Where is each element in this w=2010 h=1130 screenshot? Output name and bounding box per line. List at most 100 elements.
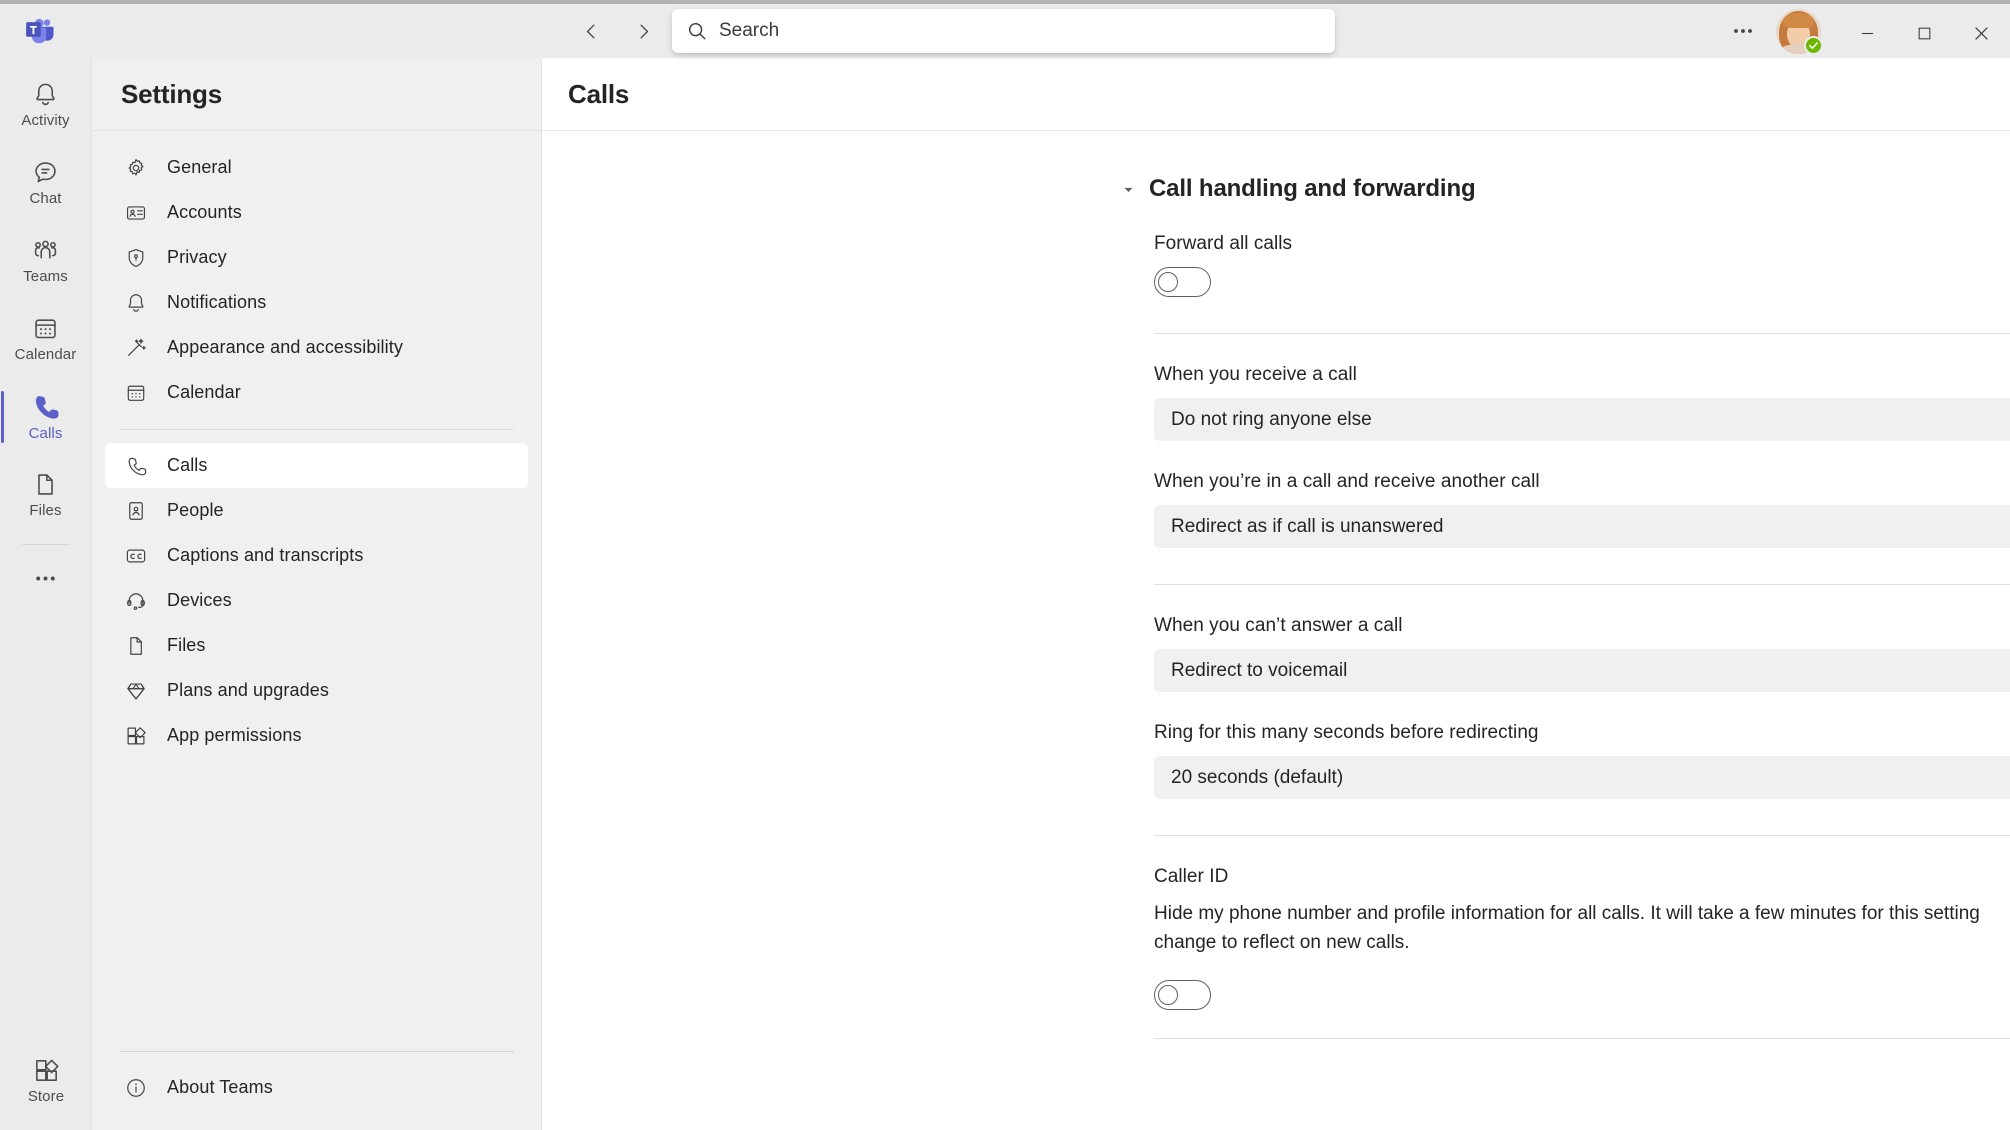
file-icon [38,474,53,495]
field-label: When you can’t answer a call [1154,615,1403,636]
sidebar-item-label: Calendar [167,382,241,402]
close-icon [1975,26,1988,40]
teams-logo-icon [20,11,60,51]
page-title: Calls [568,78,630,109]
store-icon [35,1059,59,1081]
shield-lock-icon [124,246,148,270]
sidebar-item-label: General [167,157,232,177]
sidebar-item-general[interactable]: General [105,145,528,190]
section-call-handling-toggle[interactable]: Call handling and forwarding [1122,175,2010,203]
chevron-right-icon [639,24,648,38]
toggle-knob [1158,984,1178,1005]
teams-window: Search Activity Chat Teams Calendar Call… [0,0,2010,1130]
dropdown-value: Do not ring anyone else [1171,408,1372,430]
ring-seconds-dropdown[interactable]: 20 seconds (default) [1154,756,2010,799]
sidebar-item-calendar[interactable]: Calendar [105,370,528,415]
sidebar-item-privacy[interactable]: Privacy [105,235,528,280]
sidebar-item-accounts[interactable]: Accounts [105,190,528,235]
settings-scroll-area: Call handling and forwarding Forward all… [542,131,2010,1130]
diamond-icon [124,679,148,703]
rail-item-activity[interactable]: Activity [0,66,92,144]
when-you-receive-a-call-field: When you receive a call Do not ring anyo… [1154,364,2010,441]
gear-icon [124,156,148,180]
search-input[interactable]: Search [672,9,1335,53]
maximize-icon [1918,27,1931,39]
settings-header: Settings [92,58,541,131]
sidebar-item-people[interactable]: People [105,488,528,533]
sidebar-item-calls[interactable]: Calls [105,443,528,488]
ellipsis-icon [36,576,55,580]
close-button[interactable] [1953,4,2010,62]
rail-item-calendar[interactable]: Calendar [0,300,92,378]
caller-id-label: Caller ID [1154,866,1229,887]
calendar-icon [124,381,148,405]
back-button[interactable] [570,10,612,52]
search-placeholder-text: Search [719,20,780,41]
content-header: Calls [542,58,2010,131]
apps-icon [124,724,148,748]
sidebar-item-label: People [167,500,224,520]
sidebar-item-files[interactable]: Files [105,623,528,668]
maximize-button[interactable] [1896,4,1953,62]
rail-item-calls[interactable]: Calls [0,378,92,456]
file-icon [124,634,148,658]
dropdown-value: Redirect as if call is unanswered [1171,515,1444,537]
rail-label: Calls [28,425,63,442]
forward-all-calls-toggle[interactable] [1154,267,1211,297]
when-you-cant-answer-dropdown[interactable]: Redirect to voicemail [1154,649,2010,692]
when-in-a-call-another-call-dropdown[interactable]: Redirect as if call is unanswered [1154,505,2010,548]
sidebar-item-captions-and-transcripts[interactable]: Captions and transcripts [105,533,528,578]
more-options-button[interactable] [1720,8,1766,54]
forward-all-calls-label: Forward all calls [1154,233,1293,254]
sidebar-item-appearance-and-accessibility[interactable]: Appearance and accessibility [105,325,528,370]
sidebar-item-plans-and-upgrades[interactable]: Plans and upgrades [105,668,528,713]
when-in-a-call-another-call-field: When you’re in a call and receive anothe… [1154,471,2010,548]
sidebar-item-notifications[interactable]: Notifications [105,280,528,325]
forward-button[interactable] [622,10,664,52]
navigation-buttons [570,10,664,52]
caller-id-toggle[interactable] [1154,979,1211,1010]
calendar-icon [35,319,56,339]
rail-item-teams[interactable]: Teams [0,222,92,300]
rail-more-apps-button[interactable] [0,549,92,607]
footer-divider [119,1051,514,1052]
caller-id-field: Caller ID Hide my phone number and profi… [1154,866,2010,1010]
sidebar-item-label: Calls [167,455,208,475]
rail-item-store[interactable]: Store [0,1042,92,1120]
rail-label: Teams [23,268,68,285]
when-you-receive-a-call-dropdown[interactable]: Do not ring anyone else [1154,398,2010,441]
sidebar-divider [119,429,514,430]
info-icon [124,1076,148,1100]
settings-nav-list: General Accounts Privacy Notifications A… [92,131,541,1051]
sidebar-item-label: Privacy [167,247,227,267]
settings-sidebar: Settings General Accounts Privacy Notifi… [92,58,542,1130]
bell-icon [36,83,55,106]
avatar[interactable] [1776,8,1823,55]
rail-item-chat[interactable]: Chat [0,144,92,222]
rail-label: Calendar [14,346,77,363]
chevron-down-small-icon [1122,183,1135,196]
field-label: Ring for this many seconds before redire… [1154,722,1539,743]
about-teams-button[interactable]: About Teams [105,1065,528,1110]
rail-label: Chat [29,190,62,207]
minimize-button[interactable] [1839,4,1896,62]
section-divider-2 [1154,584,2010,585]
toggle-knob [1158,272,1178,292]
rail-label: Files [29,502,62,519]
sidebar-item-label: Plans and upgrades [167,680,329,700]
rail-divider [21,544,70,545]
status-badge [1804,35,1823,55]
section-divider-4 [1154,1037,2010,1039]
minimize-icon [1861,32,1874,34]
ellipsis-icon [1734,29,1752,33]
sidebar-item-devices[interactable]: Devices [105,578,528,623]
search-icon [688,22,706,40]
sidebar-item-label: Files [167,635,206,655]
app-body: Activity Chat Teams Calendar Calls Files… [0,58,2010,1130]
id-card-icon [124,201,148,225]
rail-item-files[interactable]: Files [0,456,92,534]
when-you-cant-answer-field: When you can’t answer a call Redirect to… [1154,615,2010,692]
sidebar-item-app-permissions[interactable]: App permissions [105,713,528,758]
main-content: Calls Call handling and forwarding Forwa… [542,58,2010,1130]
forward-all-calls-field: Forward all calls [1154,233,2010,297]
